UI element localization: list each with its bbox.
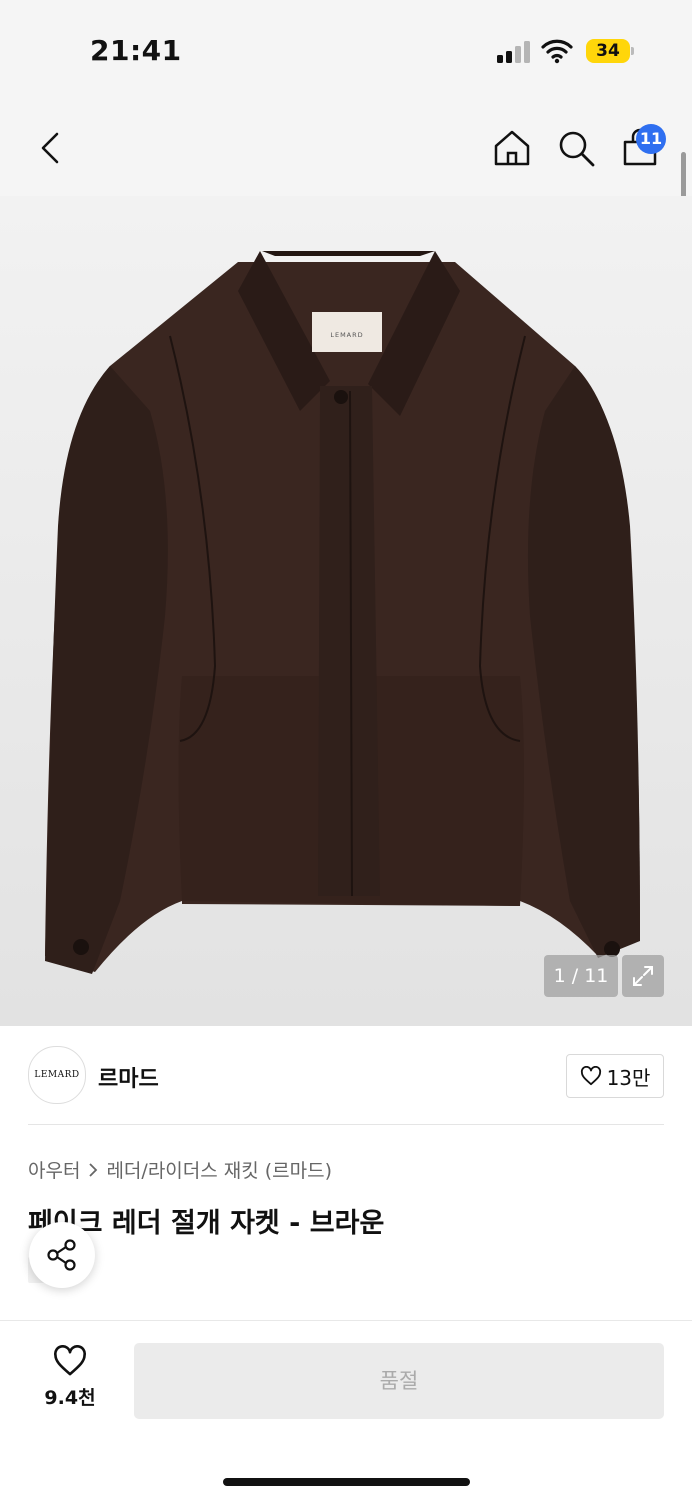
brand-logo[interactable]: LEMARD bbox=[28, 1046, 86, 1104]
status-time: 21:41 bbox=[90, 34, 182, 67]
status-bar: 21:41 34 bbox=[0, 0, 692, 100]
heart-icon bbox=[580, 1066, 601, 1086]
chevron-right-icon bbox=[89, 1162, 98, 1177]
brand-name[interactable]: 르마드 bbox=[98, 1061, 159, 1093]
heart-icon bbox=[54, 1345, 86, 1376]
jacket-product-image: LEMARD bbox=[45, 251, 640, 974]
share-button[interactable] bbox=[29, 1222, 95, 1288]
search-button[interactable] bbox=[554, 126, 598, 170]
cart-count-badge: 11 bbox=[636, 124, 666, 154]
breadcrumb: 아우터 레더/라이더스 재킷 (르마드) bbox=[28, 1156, 332, 1183]
breadcrumb-item-subcategory[interactable]: 레더/라이더스 재킷 (르마드) bbox=[106, 1156, 332, 1183]
battery-cap bbox=[631, 47, 634, 55]
brand-row: LEMARD 르마드 13만 bbox=[28, 1026, 664, 1125]
home-indicator bbox=[223, 1478, 470, 1486]
wishlist-count: 9.4천 bbox=[44, 1387, 96, 1409]
wifi-icon bbox=[541, 39, 573, 64]
product-image-gallery[interactable]: LEMARD bbox=[0, 196, 692, 1026]
home-icon bbox=[494, 130, 530, 166]
image-page-indicator: 1 / 11 bbox=[544, 955, 618, 997]
breadcrumb-item-category[interactable]: 아우터 bbox=[28, 1156, 80, 1183]
jacket-label-text: LEMARD bbox=[330, 331, 363, 339]
back-icon bbox=[41, 132, 59, 164]
search-icon bbox=[559, 131, 595, 167]
expand-icon bbox=[633, 966, 653, 986]
home-button[interactable] bbox=[490, 126, 534, 170]
brand-like-count: 13만 bbox=[606, 1065, 651, 1090]
back-button[interactable] bbox=[28, 126, 72, 170]
top-navigation bbox=[0, 100, 692, 196]
share-icon bbox=[47, 1239, 76, 1271]
wishlist-button[interactable]: 9.4천 bbox=[36, 1345, 104, 1410]
bottom-action-bar: 9.4천 품절 bbox=[0, 1320, 692, 1501]
sold-out-button[interactable]: 품절 bbox=[134, 1343, 664, 1419]
brand-like-button[interactable]: 13만 bbox=[566, 1054, 664, 1098]
cellular-signal-icon bbox=[497, 41, 531, 63]
expand-image-button[interactable] bbox=[622, 955, 664, 997]
battery-level: 34 bbox=[586, 39, 630, 63]
